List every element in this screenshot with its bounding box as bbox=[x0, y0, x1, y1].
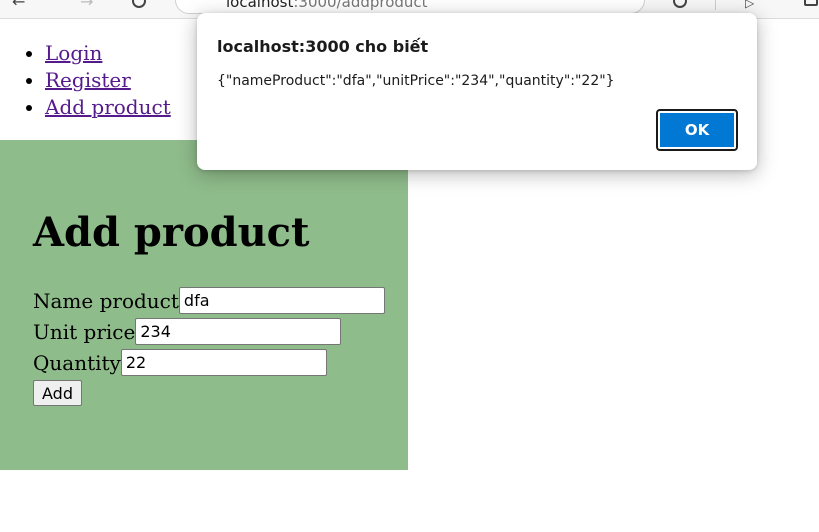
register-link[interactable]: Register bbox=[45, 68, 131, 92]
alert-dialog: localhost:3000 cho biết {"nameProduct":"… bbox=[197, 13, 757, 170]
collections-icon[interactable] bbox=[804, 0, 818, 6]
form-heading: Add product bbox=[33, 209, 310, 256]
nav-item-register: Register bbox=[45, 67, 171, 94]
toolbar-divider bbox=[715, 0, 716, 10]
back-arrow-icon[interactable]: ← bbox=[12, 0, 25, 10]
unit-price-input[interactable] bbox=[135, 318, 342, 345]
address-host: localhost bbox=[226, 0, 294, 11]
dialog-message: {"nameProduct":"dfa","unitPrice":"234","… bbox=[217, 73, 615, 89]
unit-price-label: Unit price bbox=[33, 319, 136, 344]
unit-price-row: Unit price bbox=[33, 318, 342, 345]
nav-item-add-product: Add product bbox=[45, 94, 171, 121]
address-path: :3000/addproduct bbox=[293, 0, 428, 11]
play-icon[interactable]: ▷ bbox=[745, 0, 754, 10]
name-product-row: Name product bbox=[33, 287, 385, 314]
name-product-input[interactable] bbox=[178, 287, 385, 314]
forward-arrow-icon[interactable]: → bbox=[80, 0, 93, 10]
nav-list: Login Register Add product bbox=[0, 40, 171, 121]
address-bar[interactable]: localhost:3000/addproduct bbox=[175, 0, 645, 14]
nav-item-login: Login bbox=[45, 40, 171, 67]
quantity-input[interactable] bbox=[120, 349, 327, 376]
dialog-title: localhost:3000 cho biết bbox=[217, 37, 429, 56]
quantity-label: Quantity bbox=[33, 350, 121, 375]
refresh-icon[interactable] bbox=[132, 0, 146, 8]
add-product-link[interactable]: Add product bbox=[45, 95, 171, 119]
add-product-panel: Add product Name product Unit price Quan… bbox=[0, 140, 408, 470]
name-product-label: Name product bbox=[33, 288, 179, 313]
add-button[interactable]: Add bbox=[33, 380, 82, 406]
quantity-row: Quantity bbox=[33, 349, 327, 376]
login-link[interactable]: Login bbox=[45, 41, 102, 65]
ok-button[interactable]: OK bbox=[656, 109, 738, 151]
account-icon[interactable] bbox=[673, 0, 687, 8]
